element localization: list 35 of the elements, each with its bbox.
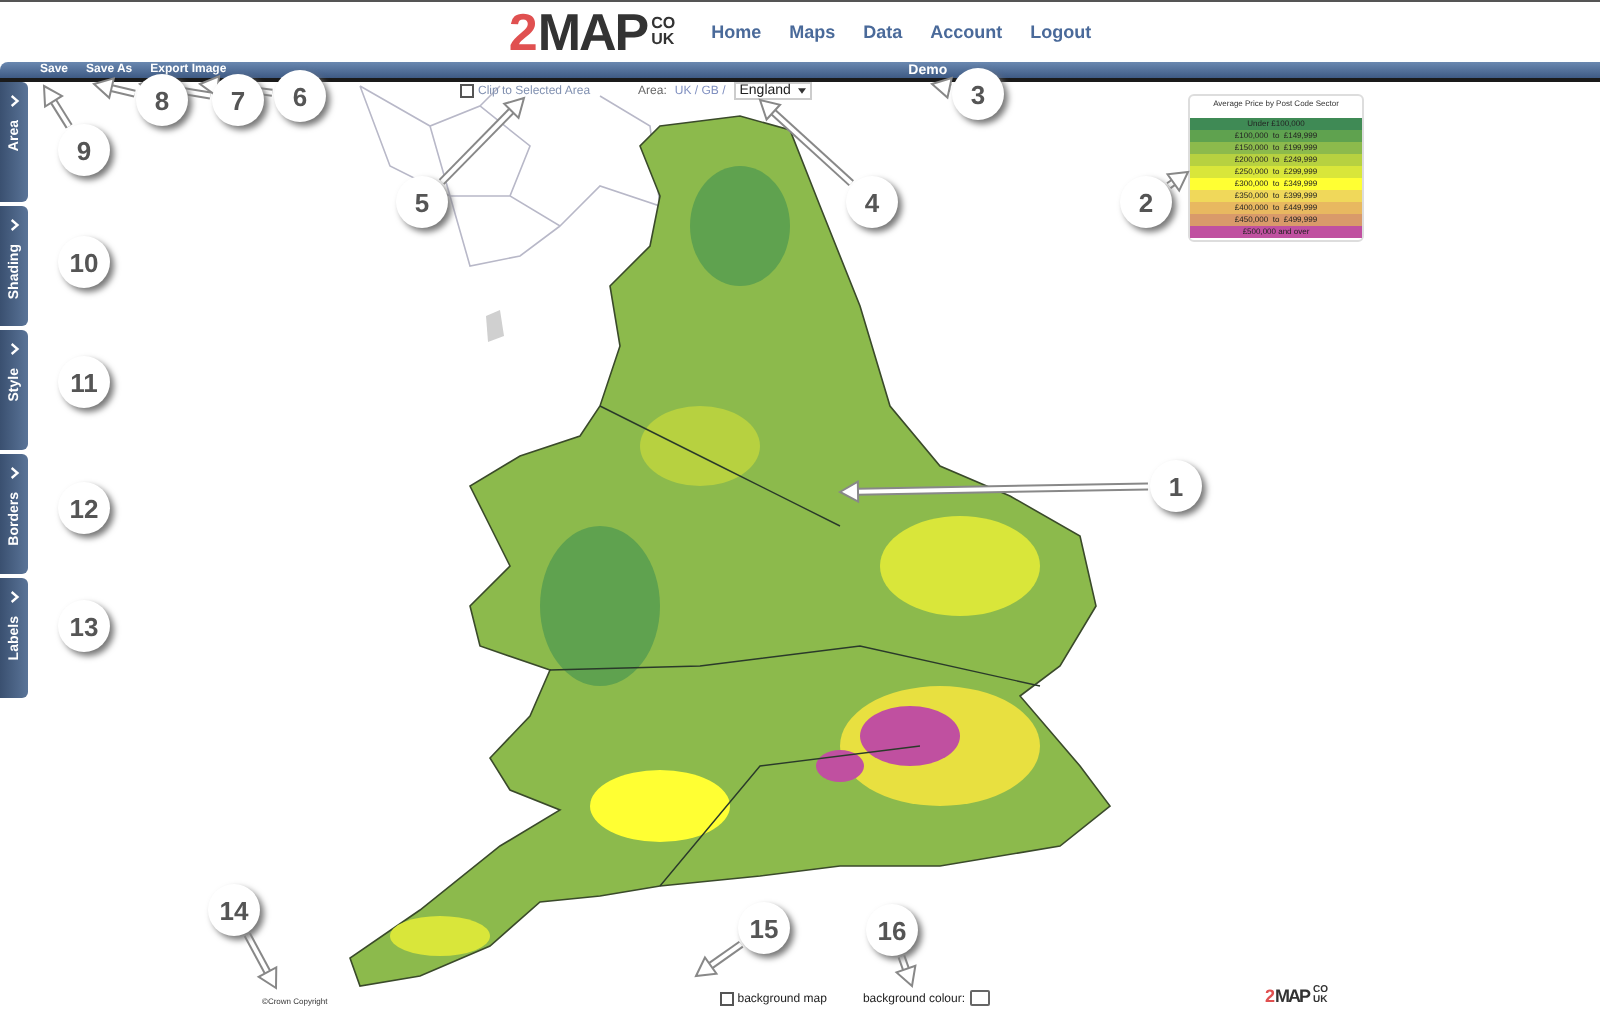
nav-link[interactable]: Home [711,22,762,42]
callout-number: 10 [58,236,110,288]
callout-number: 11 [58,356,110,408]
nav-link[interactable]: Data [863,22,903,42]
chevron-icon [9,218,19,232]
callout-number: 6 [274,70,326,122]
callout-arrow [694,940,744,978]
chevron-icon [9,466,19,480]
callout-number: 2 [1120,176,1172,228]
callout-number: 7 [212,74,264,126]
callout-number: 13 [58,600,110,652]
colour-swatch[interactable] [969,990,989,1006]
caret-icon [798,88,807,94]
callout-number: 4 [846,176,898,228]
chevron-icon [9,94,19,108]
nav-link[interactable]: Account [930,22,1003,42]
chevron-icon [9,590,19,604]
callout-arrow [758,98,854,187]
callout-number: 12 [58,482,110,534]
chevron-icon [9,342,19,356]
callout-number: 9 [58,124,110,176]
callout-arrow [243,932,278,990]
callout-arrow [42,84,73,129]
callout-number: 16 [866,904,918,956]
island-shape [486,310,504,342]
nav-link[interactable]: Maps [789,22,836,42]
callout-number: 3 [952,68,1004,120]
callout-number: 5 [396,176,448,228]
callout-number: 8 [136,74,188,126]
callout-number: 1 [1150,460,1202,512]
callout-number: 15 [738,902,790,954]
callout-number: 14 [208,884,260,936]
nav-link[interactable]: Logout [1030,22,1092,42]
callout-arrow [438,96,526,185]
callout-arrow [930,76,954,100]
